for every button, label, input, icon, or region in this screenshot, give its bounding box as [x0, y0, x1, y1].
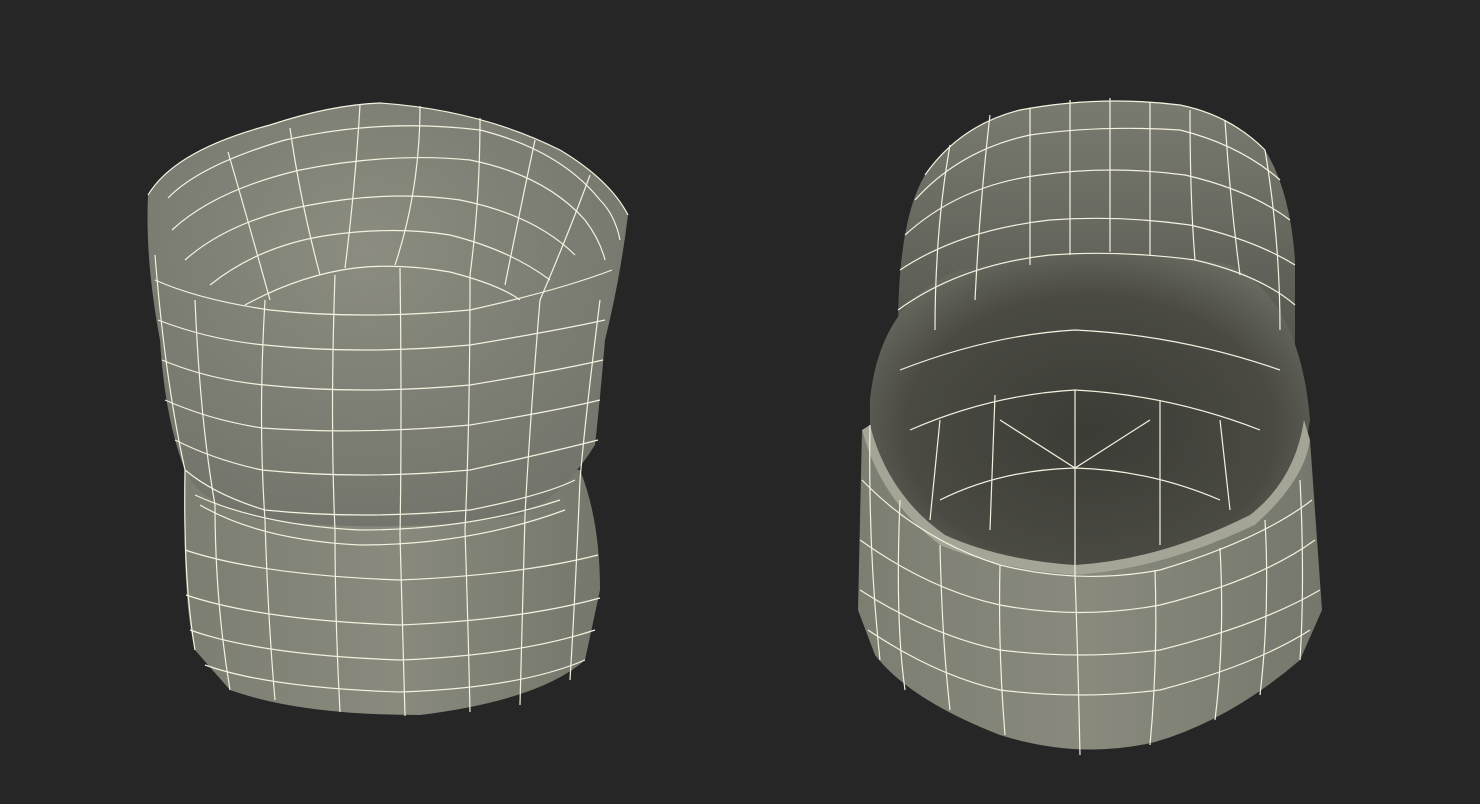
- closed-cap-mesh: [147, 102, 629, 717]
- viewport: [0, 0, 1480, 800]
- open-cap-mesh: [858, 98, 1322, 756]
